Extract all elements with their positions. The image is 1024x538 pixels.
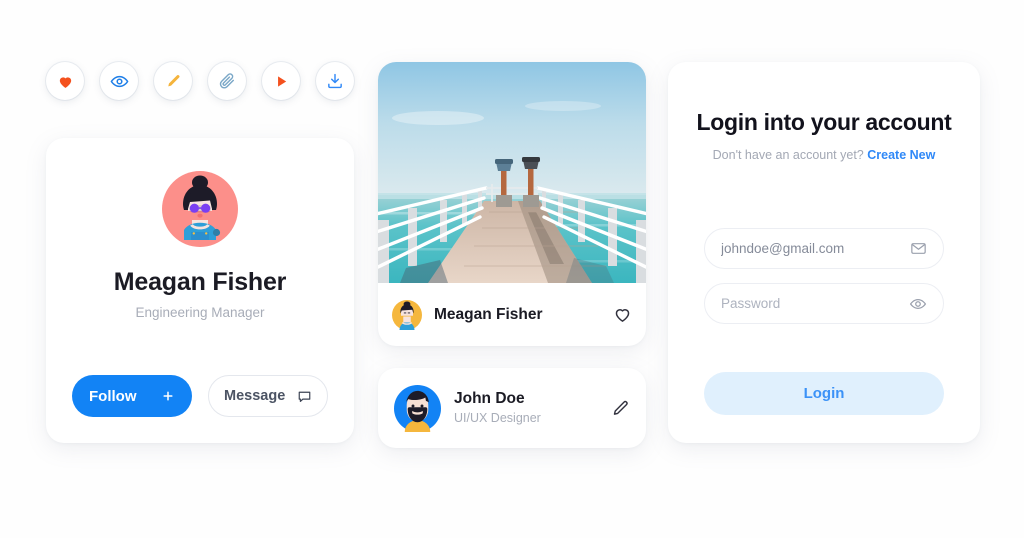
post-card: Meagan Fisher — [378, 62, 646, 346]
post-image — [378, 62, 646, 283]
login-card: Login into your account Don't have an ac… — [668, 62, 980, 443]
heart-icon — [59, 76, 71, 88]
heart-outline-icon[interactable] — [613, 305, 632, 324]
person-card: John Doe UI/UX Designer — [378, 368, 646, 448]
profile-card: Meagan Fisher Engineering Manager Follow… — [46, 138, 354, 443]
app-root: Meagan Fisher Engineering Manager Follow… — [0, 0, 1024, 538]
icon-toolbar — [46, 62, 354, 100]
profile-name: Meagan Fisher — [113, 268, 287, 296]
signup-prompt-text: Don't have an account yet? — [712, 148, 864, 162]
profile-role: Engineering Manager — [135, 305, 265, 320]
eye-icon-button[interactable] — [100, 62, 138, 100]
download-icon-button[interactable] — [316, 62, 354, 100]
plus-icon — [163, 391, 173, 401]
post-footer: Meagan Fisher — [378, 283, 646, 346]
profile-avatar — [159, 168, 241, 255]
pencil-icon — [167, 74, 179, 86]
post-author-name: Meagan Fisher — [434, 305, 543, 323]
follow-button-label: Follow — [89, 387, 137, 405]
chat-bubble-icon — [298, 391, 311, 402]
login-button[interactable]: Login — [704, 372, 944, 415]
post-author-avatar — [392, 299, 422, 330]
email-input[interactable] — [721, 241, 910, 256]
person-role: UI/UX Designer — [454, 411, 541, 425]
download-icon — [328, 73, 342, 89]
password-input[interactable] — [721, 296, 909, 311]
follow-button[interactable]: Follow — [72, 375, 192, 417]
message-button[interactable]: Message — [208, 375, 328, 417]
profile-actions: Follow Message — [72, 375, 328, 417]
page-title: Login into your account — [696, 109, 952, 135]
heart-icon-button[interactable] — [46, 62, 84, 100]
pier-photo-illustration — [378, 62, 646, 283]
pencil-icon-button[interactable] — [154, 62, 192, 100]
person-name: John Doe — [454, 389, 525, 407]
password-field[interactable] — [704, 283, 944, 324]
signup-prompt: Don't have an account yet? Create New — [668, 148, 980, 162]
person-avatar — [394, 384, 441, 432]
avatar-illustration-meagan — [162, 171, 238, 247]
person-text: John Doe UI/UX Designer — [454, 389, 598, 427]
paperclip-icon — [219, 73, 235, 89]
create-new-link[interactable]: Create New — [867, 148, 935, 162]
play-icon-button[interactable] — [262, 62, 300, 100]
pencil-outline-icon[interactable] — [611, 399, 630, 418]
paperclip-icon-button[interactable] — [208, 62, 246, 100]
message-button-label: Message — [224, 388, 286, 404]
email-field[interactable] — [704, 228, 944, 269]
eye-icon[interactable] — [909, 295, 927, 313]
eye-icon — [110, 75, 128, 87]
envelope-icon — [911, 243, 926, 254]
play-icon — [277, 75, 286, 87]
